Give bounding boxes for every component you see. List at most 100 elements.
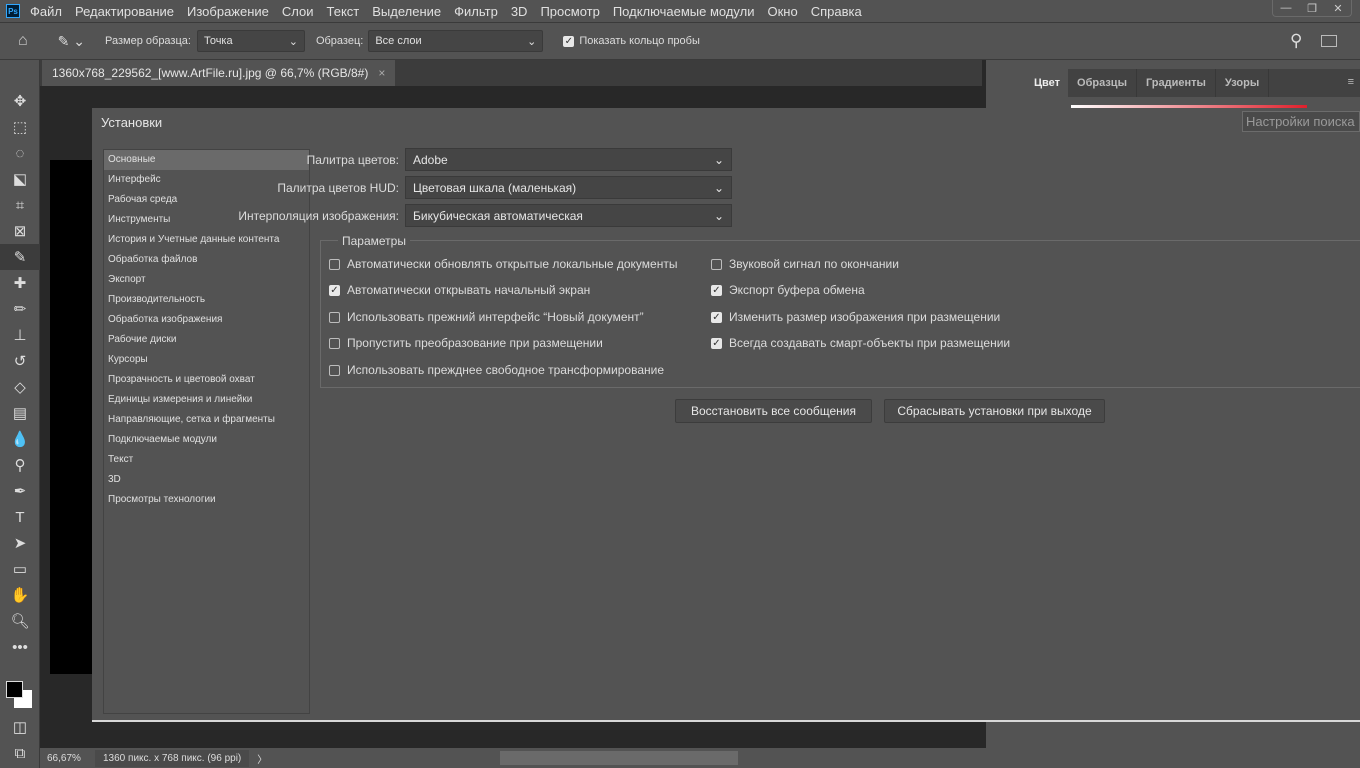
options-group-title: Параметры — [338, 234, 410, 248]
zoom-level[interactable]: 66,67% — [47, 753, 95, 764]
option-row[interactable]: ✓ Автоматически открывать начальный экран — [329, 283, 590, 297]
category-item[interactable]: Просмотры технологии — [104, 490, 309, 510]
sample-size-value: Точка — [203, 35, 233, 47]
eyedropper-icon[interactable]: ✎ ⌄ — [58, 33, 85, 50]
panel-menu-icon[interactable]: ≡ — [1342, 69, 1360, 97]
category-item[interactable]: Прозрачность и цветовой охват — [104, 370, 309, 390]
option-checkbox[interactable] — [329, 364, 340, 376]
category-item[interactable]: Производительность — [104, 290, 309, 310]
stamp-tool-icon[interactable]: ⊥ — [0, 322, 40, 348]
option-checkbox[interactable]: ✓ — [711, 284, 722, 296]
menu-help[interactable]: Справка — [811, 4, 862, 19]
interpolation-select[interactable]: Бикубическая автоматическая ⌄ — [405, 204, 732, 227]
category-item[interactable]: Текст — [104, 450, 309, 470]
option-checkbox[interactable] — [711, 258, 722, 270]
category-item[interactable]: Курсоры — [104, 350, 309, 370]
option-checkbox[interactable]: ✓ — [329, 284, 340, 296]
horizontal-scrollbar[interactable] — [500, 751, 738, 765]
menu-type[interactable]: Текст — [327, 4, 360, 19]
category-item[interactable]: Обработка изображения — [104, 310, 309, 330]
sample-select[interactable]: Все слои ⌄ — [368, 30, 544, 52]
search-settings-input[interactable]: Настройки поиска — [1242, 111, 1360, 132]
menu-window[interactable]: Окно — [767, 4, 797, 19]
option-checkbox[interactable]: ✓ — [711, 311, 722, 323]
option-checkbox[interactable] — [329, 311, 340, 323]
home-icon[interactable]: ⌂ — [18, 32, 28, 50]
restore-icon[interactable]: ❐ — [1299, 0, 1325, 16]
tab-patterns[interactable]: Узоры — [1216, 69, 1270, 97]
more-tools-icon[interactable]: ••• — [0, 634, 40, 660]
dialog-title: Установки — [101, 115, 163, 130]
eraser-tool-icon[interactable]: ◇ — [0, 374, 40, 400]
history-brush-icon[interactable]: ↺ — [0, 348, 40, 374]
rectangle-tool-icon[interactable]: ▭ — [0, 556, 40, 582]
sample-size-select[interactable]: Точка ⌄ — [196, 30, 305, 52]
minimize-icon[interactable]: — — [1273, 0, 1299, 16]
path-select-tool-icon[interactable]: ➤ — [0, 530, 40, 556]
zoom-tool-icon[interactable]: 🔍︎ — [0, 608, 40, 634]
option-row[interactable]: Использовать прежднее свободное трансфор… — [329, 363, 664, 377]
option-row[interactable]: ✓ Экспорт буфера обмена — [711, 283, 865, 297]
gradient-tool-icon[interactable]: ▤ — [0, 400, 40, 426]
option-row[interactable]: Автоматически обновлять открытые локальн… — [329, 257, 677, 271]
foreground-color-swatch[interactable] — [6, 681, 23, 698]
type-tool-icon[interactable]: T — [0, 504, 40, 530]
search-icon[interactable]: ⚲ — [1290, 31, 1302, 51]
sample-value: Все слои — [375, 35, 422, 47]
move-tool-icon[interactable]: ✥ — [0, 88, 40, 114]
tab-gradients[interactable]: Градиенты — [1137, 69, 1216, 97]
option-row[interactable]: ✓ Всегда создавать смарт-объекты при разм… — [711, 336, 1010, 350]
option-row[interactable]: Звуковой сигнал по окончании — [711, 257, 899, 271]
lasso-tool-icon[interactable]: ◌ — [0, 140, 40, 166]
close-icon[interactable]: ✕ — [1325, 0, 1351, 16]
category-item[interactable]: История и Учетные данные контента — [104, 230, 309, 250]
hud-color-picker-select[interactable]: Цветовая шкала (маленькая) ⌄ — [405, 176, 732, 199]
chevron-right-icon[interactable]: 〉 — [257, 751, 267, 766]
category-item[interactable]: Единицы измерения и линейки — [104, 390, 309, 410]
option-checkbox[interactable] — [329, 337, 340, 349]
tab-swatches[interactable]: Образцы — [1068, 69, 1137, 97]
screen-mode-icon[interactable]: ⧉ — [0, 740, 40, 766]
workspace-icon[interactable] — [1321, 35, 1337, 47]
dodge-tool-icon[interactable]: ⚲ — [0, 452, 40, 478]
reset-on-quit-button[interactable]: Сбрасывать установки при выходе — [884, 399, 1105, 423]
option-label: Автоматически обновлять открытые локальн… — [347, 257, 678, 271]
menu-edit[interactable]: Редактирование — [75, 4, 174, 19]
healing-tool-icon[interactable]: ✚ — [0, 270, 40, 296]
brush-tool-icon[interactable]: ✏ — [0, 296, 40, 322]
menu-filter[interactable]: Фильтр — [454, 4, 498, 19]
crop-tool-icon[interactable]: ⌗ — [0, 192, 40, 218]
menu-view[interactable]: Просмотр — [540, 4, 599, 19]
option-row[interactable]: ✓ Изменить размер изображения при размеще… — [711, 310, 1000, 324]
color-picker-select[interactable]: Adobe ⌄ — [405, 148, 732, 171]
marquee-tool-icon[interactable]: ⬚ — [0, 114, 40, 140]
eyedropper-tool-icon[interactable]: ✎ — [0, 244, 40, 270]
restore-messages-button[interactable]: Восстановить все сообщения — [675, 399, 872, 423]
category-item[interactable]: Обработка файлов — [104, 250, 309, 270]
option-checkbox[interactable] — [329, 258, 340, 270]
close-tab-icon[interactable]: × — [378, 66, 385, 80]
option-checkbox[interactable]: ✓ — [711, 337, 722, 349]
menu-image[interactable]: Изображение — [187, 4, 269, 19]
category-item[interactable]: Направляющие, сетка и фрагменты — [104, 410, 309, 430]
pen-tool-icon[interactable]: ✒ — [0, 478, 40, 504]
menu-select[interactable]: Выделение — [372, 4, 441, 19]
category-item[interactable]: Рабочие диски — [104, 330, 309, 350]
frame-tool-icon[interactable]: ⊠ — [0, 218, 40, 244]
menu-plugins[interactable]: Подключаемые модули — [613, 4, 755, 19]
category-item[interactable]: Экспорт — [104, 270, 309, 290]
hand-tool-icon[interactable]: ✋ — [0, 582, 40, 608]
category-item[interactable]: 3D — [104, 470, 309, 490]
document-tab[interactable]: 1360x768_229562_[www.ArtFile.ru].jpg @ 6… — [42, 60, 396, 86]
option-row[interactable]: Использовать прежний интерфейс “Новый до… — [329, 310, 644, 324]
object-select-tool-icon[interactable]: ⬕ — [0, 166, 40, 192]
menu-file[interactable]: Файл — [30, 4, 62, 19]
quick-mask-icon[interactable]: ◫ — [0, 714, 40, 740]
menu-layers[interactable]: Слои — [282, 4, 314, 19]
tab-color[interactable]: Цвет — [1026, 69, 1069, 97]
menu-3d[interactable]: 3D — [511, 4, 528, 19]
blur-tool-icon[interactable]: 💧 — [0, 426, 40, 452]
option-row[interactable]: Пропустить преобразование при размещении — [329, 336, 603, 350]
category-item[interactable]: Подключаемые модули — [104, 430, 309, 450]
show-ring-checkbox[interactable]: ✓ — [563, 35, 575, 47]
